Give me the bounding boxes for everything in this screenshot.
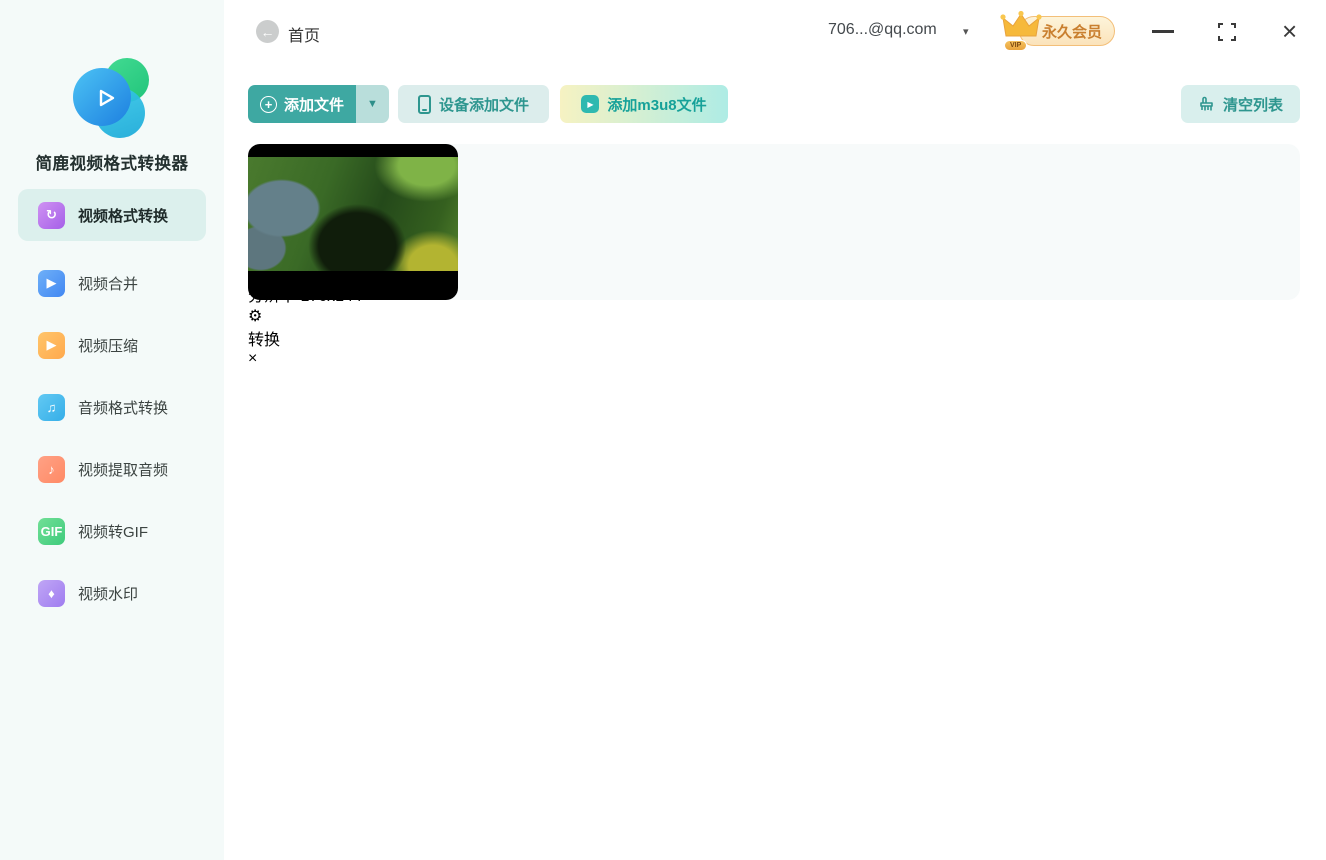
add-file-split-button: + 添加文件 ▼ <box>248 85 389 123</box>
sidebar-item-video-merge[interactable]: ▶ 视频合并 <box>18 263 206 303</box>
sidebar-menu: ↻ 视频格式转换 ▶ 视频合并 ▶ 视频压缩 ♫ 音频格式转换 ♪ 视频提取音频… <box>18 189 206 613</box>
remove-file-icon[interactable]: × <box>248 350 1300 368</box>
sidebar-item-label: 视频压缩 <box>78 337 139 355</box>
clear-list-button[interactable]: 清空列表 <box>1181 85 1300 123</box>
video-merge-icon: ▶ <box>38 269 65 297</box>
add-m3u8-button[interactable]: ▶ 添加m3u8文件 <box>560 85 728 123</box>
convert-button[interactable]: 转换 <box>248 326 1300 350</box>
video-thumbnail[interactable]: 00:40 433.6K <box>248 144 458 300</box>
extract-audio-icon: ♪ <box>38 455 65 483</box>
add-file-dropdown-button[interactable]: ▼ <box>356 85 389 123</box>
watermark-icon: ♦ <box>38 579 65 607</box>
add-m3u8-label: 添加m3u8文件 <box>607 96 707 114</box>
device-add-file-button[interactable]: 设备添加文件 <box>398 85 549 123</box>
account-email[interactable]: 706...@qq.com <box>828 21 937 39</box>
minimize-button[interactable] <box>1152 30 1174 33</box>
item-settings-gear-icon[interactable]: ⚙ <box>248 306 1300 326</box>
sidebar-item-video-compress[interactable]: ▶ 视频压缩 <box>18 325 206 365</box>
video-frame <box>248 157 458 271</box>
broom-icon <box>1200 96 1213 110</box>
sidebar-item-label: 音频格式转换 <box>78 399 169 417</box>
sidebar-item-audio-format-convert[interactable]: ♫ 音频格式转换 <box>18 387 206 427</box>
sidebar: 简鹿视频格式转换器 ↻ 视频格式转换 ▶ 视频合并 ▶ 视频压缩 ♫ 音频格式转… <box>0 0 224 860</box>
close-window-button[interactable]: × <box>1282 16 1297 46</box>
sidebar-item-label: 视频合并 <box>78 275 139 293</box>
file-list-item: 00:40 433.6K 简鹿办公.f4v 格式 F4V 分辨率 176x144… <box>248 144 1300 367</box>
vip-crown-icon: VIP <box>1000 10 1042 52</box>
sidebar-item-watermark[interactable]: ♦ 视频水印 <box>18 573 206 613</box>
clear-list-label: 清空列表 <box>1222 96 1283 114</box>
home-label: 首页 <box>288 28 321 45</box>
sidebar-item-extract-audio[interactable]: ♪ 视频提取音频 <box>18 449 206 489</box>
video-compress-icon: ▶ <box>38 331 65 359</box>
video-convert-icon: ↻ <box>38 201 65 229</box>
app-logo-icon <box>73 58 151 138</box>
sidebar-item-label: 视频格式转换 <box>78 207 169 225</box>
device-add-file-label: 设备添加文件 <box>438 96 529 114</box>
sidebar-item-label: 视频水印 <box>78 585 139 603</box>
video-to-gif-icon: GIF <box>38 517 65 545</box>
add-file-button[interactable]: + 添加文件 <box>248 85 356 123</box>
maximize-button[interactable] <box>1218 23 1236 41</box>
sidebar-item-label: 视频转GIF <box>78 523 148 541</box>
m3u8-video-icon: ▶ <box>581 95 600 113</box>
add-file-label: 添加文件 <box>283 96 344 114</box>
app-title: 简鹿视频格式转换器 <box>35 155 189 173</box>
sidebar-item-label: 视频提取音频 <box>78 461 169 479</box>
logo-play-icon <box>99 89 115 107</box>
plus-icon: + <box>259 95 277 113</box>
back-button[interactable]: ← <box>256 20 279 43</box>
account-caret-icon[interactable]: ▾ <box>963 25 969 38</box>
vip-label: 永久会员 <box>1041 23 1102 41</box>
audio-convert-icon: ♫ <box>38 393 65 421</box>
sidebar-item-video-format-convert[interactable]: ↻ 视频格式转换 <box>18 189 206 241</box>
phone-icon <box>417 94 431 114</box>
sidebar-item-video-to-gif[interactable]: GIF 视频转GIF <box>18 511 206 551</box>
vip-tag-label: VIP <box>1004 40 1028 51</box>
